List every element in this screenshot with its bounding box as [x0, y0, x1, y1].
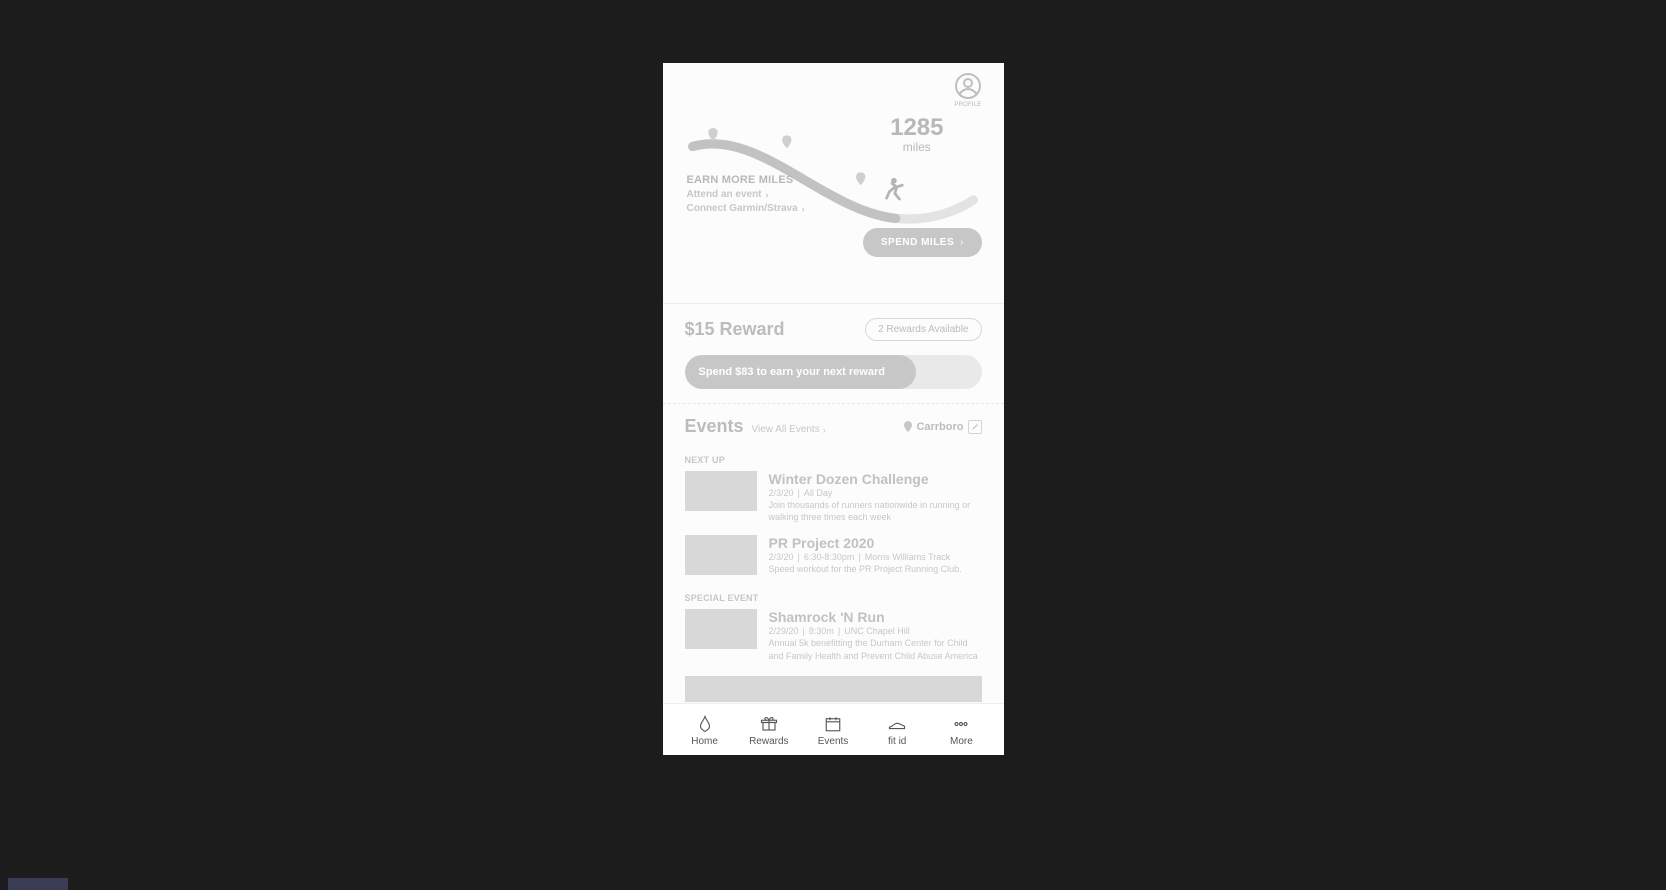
- calendar-icon: [824, 715, 842, 733]
- event-desc: Join thousands of runners nationwide in …: [769, 499, 982, 523]
- spend-miles-label: SPEND MILES: [881, 237, 954, 248]
- event-item[interactable]: Winter Dozen Challenge 2/3/20|All Day Jo…: [685, 471, 982, 523]
- divider: [663, 303, 1004, 304]
- more-icon: [952, 715, 970, 733]
- event-meta: 2/29/20|8:30m|UNC Chapel Hill: [769, 626, 982, 636]
- event-item[interactable]: PR Project 2020 2/3/20|6:30-8:30pm|Morri…: [685, 535, 982, 575]
- rewards-header: $15 Reward 2 Rewards Available: [685, 318, 982, 341]
- view-all-events-link[interactable]: View All Events ›: [752, 424, 826, 435]
- events-title: Events: [685, 416, 744, 437]
- event-name: PR Project 2020: [769, 535, 982, 551]
- event-desc: Annual 5k benefitting the Durham Center …: [769, 637, 982, 661]
- leaf-icon: [696, 715, 714, 733]
- miles-block: 1285 miles EARN MORE MILES Attend an eve…: [685, 108, 982, 248]
- tab-home[interactable]: Home: [673, 715, 737, 747]
- event-item[interactable]: Shamrock 'N Run 2/29/20|8:30m|UNC Chapel…: [685, 609, 982, 661]
- next-up-heading: NEXT UP: [685, 455, 982, 465]
- tab-bar: Home Rewards Events fit id More: [663, 703, 1004, 755]
- gift-icon: [760, 715, 778, 733]
- event-name: Winter Dozen Challenge: [769, 471, 982, 487]
- pencil-icon: [971, 423, 979, 431]
- profile-icon: [955, 73, 981, 99]
- tab-rewards-label: Rewards: [749, 736, 788, 747]
- rewards-available-button[interactable]: 2 Rewards Available: [865, 318, 981, 341]
- connect-garmin-label: Connect Garmin/Strava: [687, 203, 798, 214]
- miles-unit: miles: [903, 140, 931, 154]
- divider-dashed: [663, 403, 1004, 404]
- events-location: Carrboro: [916, 421, 963, 433]
- tab-fit-id[interactable]: fit id: [865, 715, 929, 747]
- chevron-right-icon: ›: [766, 190, 769, 200]
- edit-location-button[interactable]: [968, 420, 982, 434]
- earn-more-title: EARN MORE MILES: [687, 174, 805, 186]
- event-name: Shamrock 'N Run: [769, 609, 982, 625]
- tab-events-label: Events: [818, 736, 849, 747]
- attend-event-label: Attend an event: [687, 189, 762, 200]
- view-all-events-label: View All Events: [752, 424, 820, 435]
- event-thumbnail: [685, 535, 757, 575]
- reward-progress-label: Spend $83 to earn your next reward: [699, 366, 885, 378]
- connect-garmin-link[interactable]: Connect Garmin/Strava ›: [687, 203, 805, 214]
- miles-number: 1285: [890, 114, 943, 142]
- attend-event-link[interactable]: Attend an event ›: [687, 189, 805, 200]
- promo-banner: [685, 676, 982, 702]
- earn-more-block: EARN MORE MILES Attend an event › Connec…: [687, 174, 805, 214]
- shoe-icon: [888, 715, 906, 733]
- event-meta: 2/3/20|All Day: [769, 488, 982, 498]
- special-event-heading: SPECIAL EVENT: [685, 593, 982, 603]
- chevron-right-icon: ›: [802, 204, 805, 214]
- rewards-available-label: 2 Rewards Available: [878, 324, 968, 335]
- event-thumbnail: [685, 471, 757, 511]
- chevron-right-icon: ›: [823, 425, 826, 435]
- chevron-right-icon: ›: [960, 237, 963, 248]
- tab-rewards[interactable]: Rewards: [737, 715, 801, 747]
- corner-decoration: [8, 878, 68, 890]
- reward-title: $15 Reward: [685, 319, 785, 340]
- pin-icon: [904, 421, 912, 432]
- tab-more-label: More: [950, 736, 973, 747]
- event-meta: 2/3/20|6:30-8:30pm|Morris Williams Track: [769, 552, 982, 562]
- event-desc: Speed workout for the PR Project Running…: [769, 563, 982, 575]
- miles-count: 1285 miles: [890, 114, 943, 154]
- spend-miles-button[interactable]: SPEND MILES ›: [863, 228, 982, 257]
- tab-more[interactable]: More: [929, 715, 993, 747]
- event-thumbnail: [685, 609, 757, 649]
- app-screen: PROFILE: [663, 63, 1004, 755]
- tab-events[interactable]: Events: [801, 715, 865, 747]
- tab-home-label: Home: [691, 736, 718, 747]
- profile-button[interactable]: PROFILE: [954, 73, 981, 108]
- reward-progress: Spend $83 to earn your next reward: [685, 355, 982, 389]
- tab-fit-label: fit id: [888, 736, 906, 747]
